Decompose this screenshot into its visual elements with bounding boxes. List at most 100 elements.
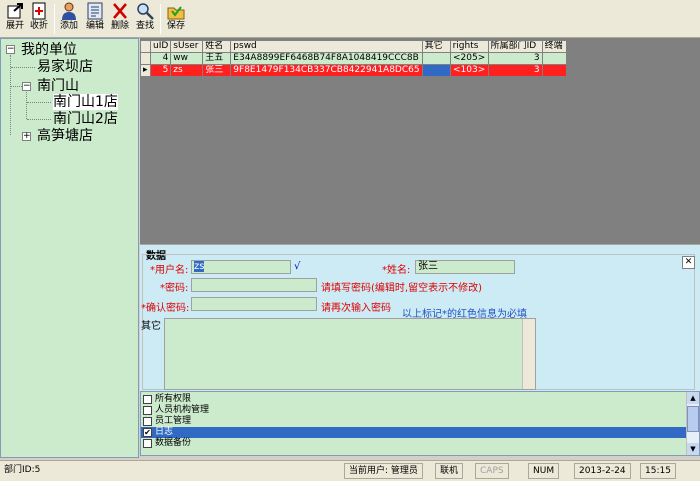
cell-other[interactable] — [421, 64, 451, 77]
collapse-button[interactable]: 收折 — [26, 2, 52, 36]
tree-node-nanmenshan-2[interactable]: 南门山2店 — [53, 111, 118, 127]
name-field[interactable]: 张三 — [415, 260, 515, 274]
other-label: 其它 — [141, 321, 161, 332]
status-date: 2013-2-24 — [574, 463, 631, 479]
tree-line — [11, 86, 22, 87]
close-icon[interactable]: ✕ — [682, 256, 695, 269]
column-header[interactable]: rights — [449, 40, 489, 53]
status-bar: 部门ID:5 当前用户: 管理员 联机 CAPS NUM 2013-2-24 1… — [0, 460, 700, 481]
scroll-down-icon[interactable]: ▼ — [687, 443, 699, 455]
save-button[interactable]: 保存 — [163, 2, 189, 36]
column-header[interactable]: 终端 — [541, 40, 567, 53]
collapse-icon — [32, 2, 46, 20]
list-item[interactable]: ✔ 日志 — [141, 427, 686, 438]
table-row[interactable]: 4 ww 王五 E34A8899EF6468B74F8A1048419CCC8B… — [140, 52, 567, 65]
cell-pswd[interactable]: E34A8899EF6468B74F8A1048419CCC8B — [230, 52, 423, 65]
tree-line — [11, 67, 35, 68]
scroll-up-icon[interactable]: ▲ — [687, 392, 699, 404]
find-button[interactable]: 查找 — [132, 2, 158, 36]
checkbox[interactable] — [143, 417, 152, 426]
list-scrollbar[interactable]: ▲ ▼ — [686, 392, 699, 455]
tree-node-yijiaba[interactable]: 易家坝店 — [37, 59, 93, 75]
cell-name[interactable]: 王五 — [202, 52, 232, 65]
row-indicator: ▸ — [140, 64, 151, 77]
list-item[interactable]: 数据备份 — [141, 438, 686, 449]
edit-form: 数据 *用户名: zs √ *姓名: 张三 *密码: 请填写密码(编辑时,留空表… — [140, 244, 700, 391]
permission-label: 员工管理 — [155, 416, 192, 426]
department-tree[interactable]: − 我的单位 易家坝店 − 南门山 南门山1店 南门山2店 + 高笋塘店 — [0, 38, 139, 458]
list-item[interactable]: 人员机构管理 — [141, 405, 686, 416]
cell-term[interactable] — [541, 64, 567, 77]
other-textarea[interactable] — [164, 318, 536, 390]
edit-icon — [87, 2, 103, 20]
collapse-label: 收折 — [29, 21, 48, 31]
confirm-password-label: *确认密码: — [141, 303, 190, 314]
cell-dept[interactable]: 3 — [487, 52, 543, 65]
status-dept: 部门ID:5 — [4, 465, 41, 475]
tree-node-root[interactable]: 我的单位 — [21, 42, 77, 58]
name-label: *姓名: — [382, 265, 411, 276]
checkbox[interactable] — [143, 406, 152, 415]
status-online: 联机 — [435, 463, 464, 479]
tree-node-gaosuntang[interactable]: 高笋塘店 — [37, 128, 93, 144]
cell-uid[interactable]: 4 — [149, 52, 172, 65]
column-header[interactable]: uID — [149, 40, 172, 53]
confirm-password-field[interactable] — [191, 297, 317, 311]
list-item[interactable]: 员工管理 — [141, 416, 686, 427]
checkbox-checked[interactable]: ✔ — [143, 428, 152, 437]
cell-rights[interactable]: <103> — [449, 64, 489, 77]
user-grid[interactable]: uID sUser 姓名 pswd 其它 rights 所属部门ID 终端 4 … — [140, 38, 700, 244]
table-row[interactable]: ▸ 5 zs 张三 9F8E1479F134CB337CB8422941A8DC… — [140, 64, 567, 77]
cell-name[interactable]: 张三 — [202, 64, 232, 77]
status-caps: CAPS — [475, 463, 509, 479]
column-header[interactable]: 姓名 — [202, 40, 232, 53]
cell-suser[interactable]: ww — [170, 52, 204, 65]
status-time: 15:15 — [640, 463, 676, 479]
valid-check: √ — [294, 261, 301, 272]
expand-toggle[interactable]: + — [22, 132, 31, 141]
tree-node-nanmenshan[interactable]: 南门山 — [37, 78, 79, 94]
save-label: 保存 — [166, 21, 185, 31]
cell-term[interactable] — [541, 52, 567, 65]
collapse-toggle[interactable]: − — [22, 82, 31, 91]
grid-header-indicator — [140, 40, 151, 53]
cell-suser[interactable]: zs — [170, 64, 204, 77]
other-scrollbar[interactable] — [522, 319, 535, 389]
status-user: 当前用户: 管理员 — [344, 463, 423, 479]
tree-line — [27, 102, 51, 103]
user-add-icon — [62, 2, 76, 20]
column-header[interactable]: 所属部门ID — [487, 40, 543, 53]
tree-node-nanmenshan-1[interactable]: 南门山1店 — [53, 94, 118, 110]
collapse-toggle[interactable]: − — [6, 45, 15, 54]
cell-rights[interactable]: <205> — [449, 52, 489, 65]
password-hint: 请填写密码(编辑时,留空表示不修改) — [321, 283, 482, 294]
column-header[interactable]: pswd — [230, 40, 423, 53]
permission-list[interactable]: 所有权限 人员机构管理 员工管理 ✔ 日志 数据备份 ▲ ▼ — [140, 391, 700, 456]
expand-icon — [7, 3, 23, 19]
permission-label: 数据备份 — [155, 438, 192, 448]
scroll-thumb[interactable] — [687, 406, 699, 432]
status-num: NUM — [528, 463, 560, 479]
cell-other[interactable] — [421, 52, 451, 65]
row-indicator — [140, 52, 151, 65]
toolbar: 展开 收折 添加 编辑 删除 查找 保存 — [0, 0, 700, 38]
checkbox[interactable] — [143, 395, 152, 404]
find-label: 查找 — [135, 21, 154, 31]
cell-uid[interactable]: 5 — [149, 64, 172, 77]
save-icon — [167, 6, 185, 20]
grid-header-row: uID sUser 姓名 pswd 其它 rights 所属部门ID 终端 — [140, 40, 567, 53]
column-header[interactable]: 其它 — [421, 40, 451, 53]
checkbox[interactable] — [143, 439, 152, 448]
password-field[interactable] — [191, 278, 317, 292]
cell-dept[interactable]: 3 — [487, 64, 543, 77]
tree-line — [26, 92, 27, 119]
password-label: *密码: — [160, 283, 189, 294]
column-header[interactable]: sUser — [170, 40, 204, 53]
list-item[interactable]: 所有权限 — [141, 394, 686, 405]
permission-label: 所有权限 — [155, 394, 192, 404]
username-field[interactable]: zs — [191, 260, 291, 274]
cell-pswd[interactable]: 9F8E1479F134CB337CB8422941A8DC65 — [230, 64, 423, 77]
search-icon — [137, 3, 154, 20]
permission-label: 人员机构管理 — [155, 405, 210, 415]
username-label: *用户名: — [150, 265, 189, 276]
